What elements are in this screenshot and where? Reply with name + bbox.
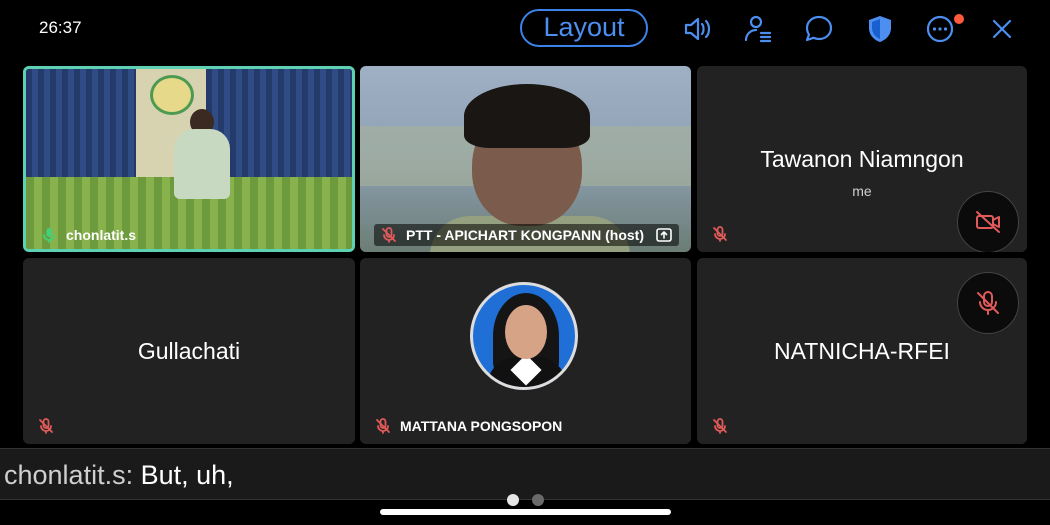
share-up-icon[interactable]: [655, 226, 673, 244]
participant-name: Gullachati: [137, 338, 241, 364]
mic-status: [37, 417, 55, 435]
mic-status: [711, 417, 729, 435]
mic-off-icon: [376, 418, 390, 434]
mic-on-icon: [43, 228, 55, 243]
notification-dot: [954, 14, 964, 24]
clock: 26:37: [39, 18, 82, 37]
live-caption: chonlatit.s: But, uh,: [4, 460, 234, 491]
participant-name: PTT - APICHART KONGPANN (host): [406, 227, 644, 243]
page-dot-1[interactable]: [507, 494, 519, 506]
layout-button[interactable]: Layout: [520, 9, 648, 47]
participants-icon[interactable]: [741, 12, 775, 46]
top-bar: 26:37 Layout: [0, 0, 1050, 58]
participant-name: Tawanon Niamngon: [760, 146, 964, 172]
participant-name: chonlatit.s: [66, 227, 137, 243]
participant-name: MATTANA PONGSOPON: [400, 418, 563, 434]
mic-off-icon: [382, 227, 396, 243]
mic-off-icon: [977, 291, 999, 315]
speaker-icon[interactable]: [681, 12, 715, 46]
home-indicator[interactable]: [380, 509, 671, 515]
more-icon[interactable]: [923, 12, 957, 46]
caption-text: But, uh,: [133, 460, 234, 490]
participant-name: NATNICHA-RFEI: [774, 338, 950, 364]
page-dot-2[interactable]: [532, 494, 544, 506]
live-caption-bar: chonlatit.s: But, uh,: [0, 448, 1050, 500]
participant-label: PTT - APICHART KONGPANN (host): [374, 224, 679, 246]
participant-label: chonlatit.s: [40, 226, 136, 244]
caption-speaker: chonlatit.s:: [4, 460, 134, 490]
video-tile-natnicha[interactable]: NATNICHA-RFEI: [697, 258, 1027, 444]
school-emblem: [150, 75, 194, 115]
mic-off-icon: [713, 418, 727, 434]
mic-toggle-button[interactable]: [957, 272, 1019, 334]
video-tile-gullachati[interactable]: Gullachati: [23, 258, 355, 444]
video-off-icon: [976, 211, 1000, 233]
video-toggle-button[interactable]: [957, 191, 1019, 252]
security-shield-icon[interactable]: [863, 12, 897, 46]
video-tile-mattana[interactable]: MATTANA PONGSOPON: [360, 258, 691, 444]
mic-off-icon: [39, 418, 53, 434]
close-icon[interactable]: [985, 12, 1019, 46]
participant-label: MATTANA PONGSOPON: [374, 417, 562, 435]
avatar: [470, 282, 578, 390]
chat-icon[interactable]: [802, 12, 836, 46]
video-tile-self[interactable]: Tawanon Niamngon me: [697, 66, 1027, 252]
participant-video: [26, 69, 352, 249]
mic-off-icon: [713, 226, 727, 242]
video-tile-host[interactable]: PTT - APICHART KONGPANN (host): [360, 66, 691, 252]
mic-status: [711, 225, 729, 243]
video-tile-chonlatit[interactable]: chonlatit.s: [23, 66, 355, 252]
